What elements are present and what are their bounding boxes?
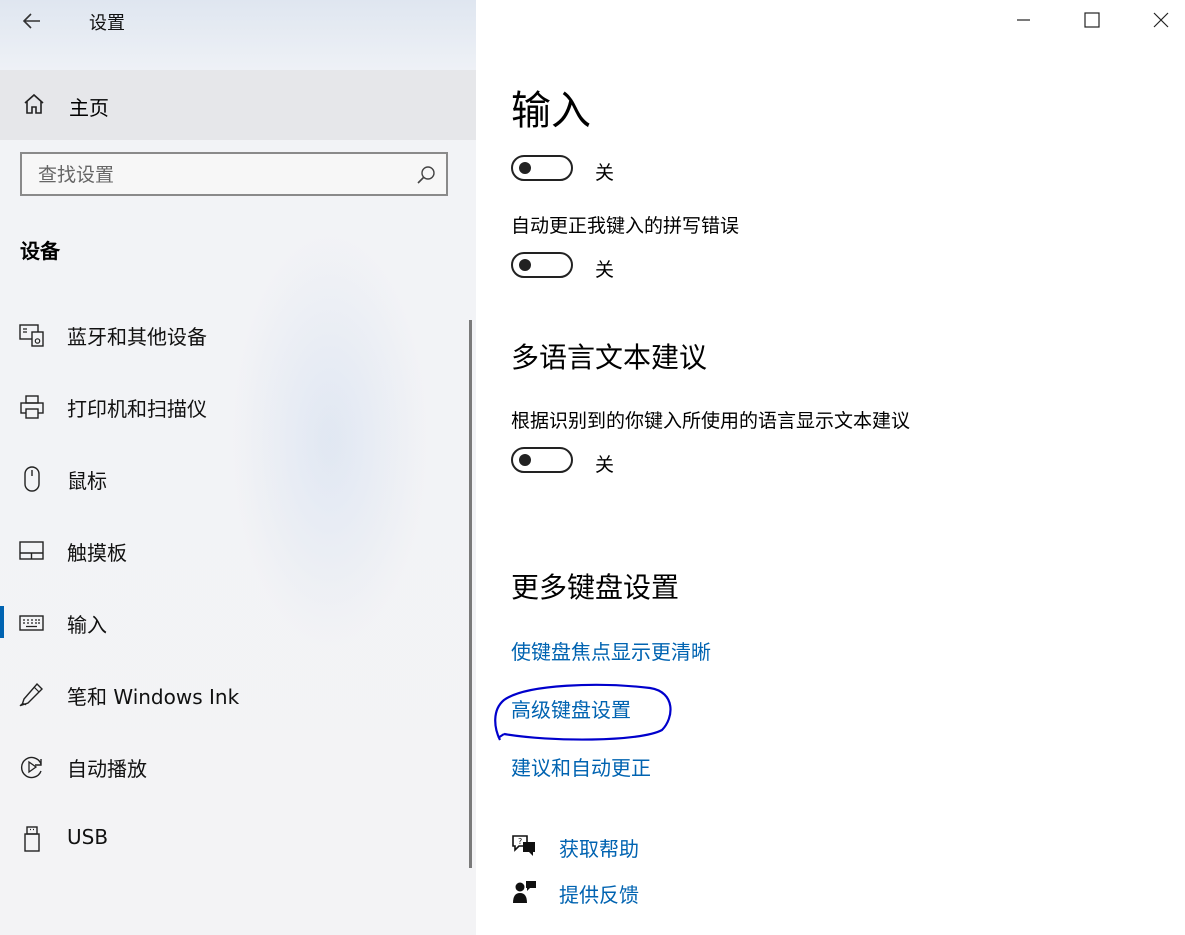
sidebar-item-label: 输入: [67, 613, 107, 637]
sidebar-item-label: USB: [67, 825, 109, 849]
sidebar-item-label: 触摸板: [67, 541, 127, 565]
maximize-icon: [1084, 12, 1100, 28]
help-chat-icon: ?: [512, 835, 535, 856]
bluetooth-devices-icon: [19, 324, 44, 347]
toggle-knob: [519, 454, 531, 466]
sidebar-item-bluetooth[interactable]: 蓝牙和其他设备: [0, 304, 460, 364]
sidebar-item-typing[interactable]: 输入: [0, 592, 460, 652]
pen-icon: [19, 682, 43, 707]
sidebar-item-mouse[interactable]: 鼠标: [0, 448, 460, 508]
page-title: 输入: [511, 88, 591, 134]
toggle-knob: [519, 259, 531, 271]
minimize-button[interactable]: [1003, 4, 1043, 36]
home-icon: [24, 93, 44, 114]
get-help-row[interactable]: ? 获取帮助: [511, 833, 811, 863]
multilang-heading: 多语言文本建议: [511, 341, 708, 374]
maximize-button[interactable]: [1072, 4, 1112, 36]
give-feedback-row[interactable]: 提供反馈: [511, 879, 811, 909]
suggestions-autocorrect-link[interactable]: 建议和自动更正: [511, 752, 651, 781]
close-button[interactable]: [1141, 4, 1181, 36]
sidebar-item-autoplay[interactable]: 自动播放: [0, 736, 460, 796]
sidebar-item-label: 自动播放: [67, 757, 147, 781]
toggle-knob: [519, 162, 531, 174]
sidebar-scrollbar[interactable]: [469, 320, 472, 868]
toggle-state-label: 关: [595, 454, 615, 476]
back-arrow-icon: [22, 13, 40, 29]
sidebar-item-pen[interactable]: 笔和 Windows Ink: [0, 664, 460, 724]
touchpad-icon: [19, 541, 44, 560]
sidebar: 设置 主页 设备 蓝牙和其他设备 打印机和扫描仪: [0, 0, 476, 935]
give-feedback-link[interactable]: 提供反馈: [559, 879, 639, 908]
home-label: 主页: [69, 96, 109, 120]
feedback-icon: [513, 881, 536, 903]
autocorrect-label: 自动更正我键入的拼写错误: [511, 215, 740, 237]
toggle-row-3: 关: [511, 447, 711, 477]
printer-icon: [20, 395, 44, 419]
more-keyboard-heading: 更多键盘设置: [511, 571, 680, 604]
app-title: 设置: [89, 13, 125, 34]
hand-drawn-circle-annotation: [494, 683, 672, 741]
sidebar-item-label: 鼠标: [67, 469, 107, 493]
autoplay-icon: [20, 756, 42, 779]
multilang-label: 根据识别到的你键入所使用的语言显示文本建议: [511, 410, 911, 432]
section-title: 设备: [20, 239, 60, 263]
back-button[interactable]: [20, 8, 46, 34]
toggle-row-2: 关: [511, 252, 711, 282]
minimize-icon: [1017, 19, 1030, 21]
toggle-switch-1[interactable]: [511, 155, 573, 181]
get-help-link[interactable]: 获取帮助: [559, 833, 639, 862]
usb-icon: [24, 826, 40, 852]
close-icon: [1153, 12, 1169, 28]
toggle-row-1: 关: [511, 155, 711, 185]
mouse-icon: [24, 466, 40, 492]
svg-text:?: ?: [518, 837, 522, 846]
search-input[interactable]: [36, 160, 410, 190]
toggle-state-label: 关: [595, 162, 615, 184]
multilang-toggle[interactable]: [511, 447, 573, 473]
home-nav-item[interactable]: 主页: [0, 70, 476, 140]
focus-visuals-link[interactable]: 使键盘焦点显示更清晰: [511, 636, 711, 665]
sidebar-item-label: 笔和 Windows Ink: [67, 685, 240, 709]
search-icon[interactable]: [416, 165, 436, 185]
sidebar-item-label: 打印机和扫描仪: [67, 397, 207, 421]
sidebar-item-printers[interactable]: 打印机和扫描仪: [0, 376, 460, 436]
sidebar-item-label: 蓝牙和其他设备: [67, 325, 207, 349]
toggle-state-label: 关: [595, 259, 615, 281]
sidebar-item-touchpad[interactable]: 触摸板: [0, 520, 460, 580]
search-box[interactable]: [20, 152, 448, 196]
main-content: 输入 关 自动更正我键入的拼写错误 关 多语言文本建议 根据识别到的你键入所使用…: [476, 0, 1185, 935]
autocorrect-toggle[interactable]: [511, 252, 573, 278]
sidebar-item-usb[interactable]: USB: [0, 808, 460, 868]
keyboard-icon: [19, 615, 44, 631]
title-bar: 设置: [0, 0, 476, 42]
